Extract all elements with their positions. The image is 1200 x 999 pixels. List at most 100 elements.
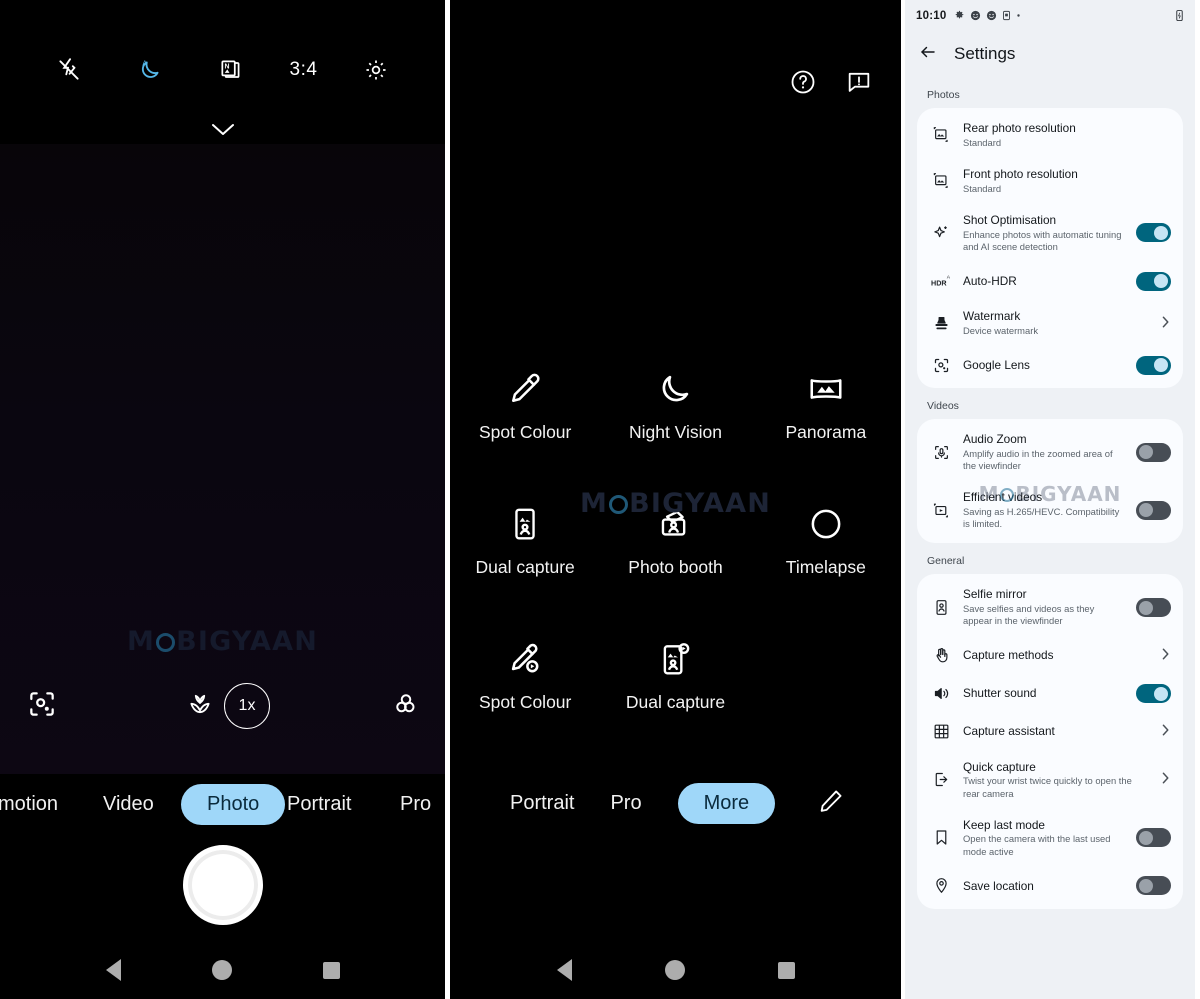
- more-mode-photo-booth[interactable]: Photo booth: [600, 505, 750, 578]
- setting-title: Efficient videos: [963, 490, 1043, 505]
- setting-title: Front photo resolution: [963, 166, 1078, 181]
- toggle-shutter-sound[interactable]: [1136, 684, 1171, 704]
- chevron-right-icon: [1158, 647, 1171, 664]
- chevron-right-icon: [1158, 723, 1171, 740]
- setting-front-photo-resolution[interactable]: Front photo resolution Standard: [917, 158, 1183, 204]
- back-arrow-icon[interactable]: [919, 43, 937, 66]
- setting-shutter-sound[interactable]: Shutter sound: [917, 675, 1183, 713]
- more-mode-spot-colour[interactable]: Spot Colour: [450, 370, 600, 443]
- nav-recents-icon[interactable]: [322, 961, 340, 979]
- speaker-icon: [931, 684, 952, 703]
- zoom-level-button[interactable]: 1x: [224, 683, 270, 729]
- battery-icon: [1175, 9, 1184, 22]
- toggle-efficient-videos[interactable]: [1136, 500, 1171, 520]
- mode-portrait[interactable]: Portrait: [510, 784, 574, 823]
- camera-viewfinder-screen: A N 3:4 M BIGYAAN 1x motion Video Photo …: [0, 0, 450, 999]
- watermark-overlay: M BIGYAAN: [126, 626, 319, 657]
- setting-capture-methods[interactable]: Capture methods: [917, 637, 1183, 675]
- toggle-google-lens[interactable]: [1136, 355, 1171, 375]
- setting-selfie-mirror[interactable]: Selfie mirror Save selfies and videos as…: [917, 578, 1183, 636]
- toggle-audio-zoom[interactable]: [1136, 442, 1171, 462]
- more-mode-dual-capture-video[interactable]: Dual capture: [600, 640, 750, 713]
- mode-video[interactable]: Video: [103, 785, 154, 824]
- aspect-ratio-label[interactable]: 3:4: [290, 59, 318, 81]
- more-mode-spot-colour-video[interactable]: Spot Colour: [450, 640, 600, 713]
- flash-off-icon[interactable]: [47, 48, 91, 92]
- shutter-button[interactable]: [182, 845, 263, 925]
- beauty-filter-icon[interactable]: [389, 689, 419, 724]
- toggle-auto-hdr[interactable]: [1136, 271, 1171, 291]
- feedback-icon[interactable]: [845, 68, 873, 101]
- zoom-level-label: 1x: [238, 697, 256, 714]
- photo-stack-icon[interactable]: N: [209, 48, 253, 92]
- setting-google-lens[interactable]: Google Lens: [917, 346, 1183, 384]
- setting-title: Shot Optimisation: [963, 212, 1057, 227]
- more-mode-timelapse[interactable]: Timelapse: [751, 505, 901, 578]
- setting-auto-hdr[interactable]: HDR A Auto-HDR: [917, 262, 1183, 300]
- camera-secondary-controls: 1x: [0, 676, 445, 736]
- location-icon: [931, 876, 952, 895]
- toggle-shot-optimisation[interactable]: [1136, 223, 1171, 243]
- sim-icon: [1003, 10, 1011, 21]
- dot-icon: [1017, 14, 1021, 17]
- toggle-keep-last-mode[interactable]: [1136, 828, 1171, 848]
- more-mode-label: Spot Colour: [478, 422, 572, 442]
- svg-text:N: N: [224, 63, 229, 70]
- more-mode-label: Spot Colour: [478, 692, 572, 712]
- help-icon[interactable]: [789, 68, 817, 101]
- setting-subtitle: Standard: [963, 182, 1002, 194]
- setting-rear-photo-resolution[interactable]: Rear photo resolution Standard: [917, 112, 1183, 158]
- setting-capture-assistant[interactable]: Capture assistant: [917, 713, 1183, 751]
- gear-icon[interactable]: [354, 48, 398, 92]
- setting-keep-last-mode[interactable]: Keep last mode Open the camera with the …: [917, 809, 1183, 867]
- nav-back-icon[interactable]: [556, 959, 572, 981]
- setting-subtitle: Device watermark: [963, 324, 1039, 336]
- efficient-video-icon: [931, 501, 952, 520]
- mode-portrait[interactable]: Portrait: [287, 785, 351, 824]
- toggle-save-location[interactable]: [1136, 876, 1171, 896]
- nav-home-icon[interactable]: [664, 960, 685, 980]
- nav-home-icon[interactable]: [211, 960, 232, 980]
- setting-efficient-videos[interactable]: Efficient videos Saving as H.265/HEVC. C…: [917, 481, 1183, 539]
- setting-title: Google Lens: [963, 357, 1030, 372]
- night-mode-auto-icon[interactable]: A: [128, 48, 172, 92]
- more-top-actions: [789, 68, 873, 101]
- setting-title: Capture methods: [963, 648, 1054, 663]
- setting-save-location[interactable]: Save location: [917, 867, 1183, 905]
- expand-chevron-icon[interactable]: [0, 118, 445, 140]
- setting-shot-optimisation[interactable]: Shot Optimisation Enhance photos with au…: [917, 204, 1183, 262]
- setting-watermark[interactable]: Watermark Device watermark: [917, 300, 1183, 346]
- svg-text:HDR: HDR: [931, 278, 947, 287]
- hand-icon: [931, 646, 952, 665]
- section-label-general: General: [927, 555, 965, 568]
- face-icon: [987, 10, 997, 21]
- dual-capture-icon: [515, 508, 535, 540]
- mode-photo[interactable]: Photo: [181, 783, 286, 825]
- mode-slow-motion[interactable]: motion: [0, 785, 58, 824]
- android-navbar: [450, 941, 901, 999]
- more-mode-label: Photo booth: [628, 557, 723, 577]
- face-icon: [971, 10, 981, 21]
- nav-recents-icon[interactable]: [777, 961, 795, 979]
- mode-more[interactable]: More: [677, 782, 776, 824]
- toggle-selfie-mirror[interactable]: [1136, 597, 1171, 617]
- google-lens-icon[interactable]: [26, 688, 58, 725]
- setting-title: Rear photo resolution: [963, 121, 1076, 135]
- setting-quick-capture[interactable]: Quick capture Twist your wrist twice qui…: [917, 751, 1183, 809]
- mode-pro[interactable]: Pro: [610, 784, 641, 823]
- macro-icon[interactable]: [186, 690, 214, 723]
- section-label-photos: Photos: [927, 89, 960, 101]
- setting-audio-zoom[interactable]: Audio Zoom Amplify audio in the zoomed a…: [917, 423, 1183, 481]
- edit-modes-icon[interactable]: [817, 787, 845, 820]
- status-clock: 10:10: [916, 9, 947, 22]
- mode-pro[interactable]: Pro: [400, 785, 431, 824]
- more-mode-dual-capture[interactable]: Dual capture: [450, 505, 600, 578]
- nav-back-icon[interactable]: [105, 959, 121, 981]
- more-mode-night-vision[interactable]: Night Vision: [600, 370, 750, 443]
- svg-text:A: A: [947, 274, 951, 280]
- more-mode-panorama[interactable]: Panorama: [751, 370, 901, 443]
- status-bar: 10:10: [905, 0, 1195, 31]
- gear-icon: [956, 10, 964, 19]
- setting-title: Audio Zoom: [963, 432, 1027, 447]
- moon-icon: [663, 375, 689, 402]
